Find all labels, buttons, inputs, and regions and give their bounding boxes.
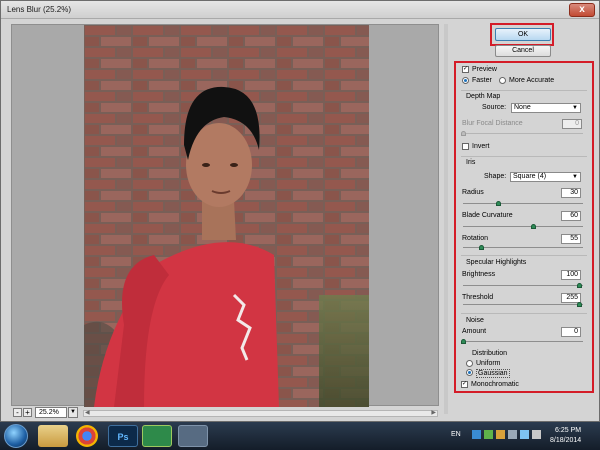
close-button[interactable]: x — [569, 3, 595, 17]
source-value: None — [514, 104, 531, 111]
radius-label: Radius — [462, 189, 484, 196]
blade-curvature-slider[interactable] — [463, 224, 583, 229]
tray-update-icon[interactable] — [496, 430, 505, 439]
preview-photo — [84, 25, 369, 407]
invert-label: Invert — [472, 143, 490, 150]
source-label: Source: — [482, 104, 507, 111]
gaussian-radio[interactable] — [466, 369, 473, 376]
clock-date[interactable]: 8/18/2014 — [550, 437, 581, 444]
iris-heading: Iris — [466, 159, 476, 166]
brightness-label: Brightness — [462, 271, 496, 278]
brightness-field[interactable]: 100 — [561, 270, 581, 280]
app-icon[interactable] — [142, 425, 172, 447]
rotation-field[interactable]: 55 — [561, 234, 581, 244]
vertical-scrollbar[interactable] — [444, 24, 448, 414]
gaussian-label: Gaussian — [476, 369, 510, 378]
shape-label: Shape: — [484, 173, 507, 180]
settings-panel: ✓ Preview Faster More Accurate Depth Map… — [454, 61, 594, 393]
zoom-level-field[interactable]: 25.2% — [35, 407, 67, 418]
divider — [461, 255, 587, 256]
more-accurate-label: More Accurate — [509, 77, 555, 84]
specular-highlights-heading: Specular Highlights — [466, 259, 527, 266]
threshold-slider[interactable] — [463, 302, 583, 307]
amount-slider[interactable] — [461, 339, 583, 344]
tray-app-icon[interactable] — [484, 430, 493, 439]
chrome-icon[interactable] — [76, 425, 98, 447]
language-indicator[interactable]: EN — [451, 431, 461, 438]
tray-volume-icon[interactable] — [508, 430, 517, 439]
preview-checkbox[interactable]: ✓ — [462, 66, 469, 73]
brightness-slider-thumb[interactable] — [577, 283, 582, 288]
tray-signal-icon[interactable] — [520, 430, 529, 439]
distribution-heading: Distribution — [472, 350, 508, 357]
divider — [461, 313, 587, 314]
title-bar[interactable]: Lens Blur (25.2%) x — [1, 1, 599, 19]
threshold-label: Threshold — [462, 294, 494, 301]
amount-slider-thumb[interactable] — [461, 339, 466, 344]
clock-time[interactable]: 6:25 PM — [555, 427, 581, 434]
more-accurate-radio[interactable] — [499, 77, 506, 84]
faster-radio[interactable] — [462, 77, 469, 84]
radius-slider[interactable] — [463, 201, 583, 206]
tray-speaker-icon[interactable] — [532, 430, 541, 439]
amount-field[interactable]: 0 — [561, 327, 581, 337]
faster-label: Faster — [472, 77, 492, 84]
preview-canvas[interactable] — [11, 24, 439, 407]
uniform-label: Uniform — [476, 360, 501, 367]
ok-button[interactable]: OK — [495, 28, 551, 41]
threshold-slider-thumb[interactable] — [577, 302, 582, 307]
divider — [461, 90, 587, 91]
shape-select[interactable]: Square (4) ▼ — [510, 172, 581, 182]
cancel-button[interactable]: Cancel — [495, 45, 551, 57]
chevron-down-icon: ▼ — [572, 105, 578, 111]
brightness-slider[interactable] — [463, 283, 583, 288]
portrait-image — [84, 25, 369, 407]
folder-icon[interactable] — [38, 425, 68, 447]
blade-curvature-slider-thumb[interactable] — [530, 224, 536, 229]
photoshop-icon[interactable]: Ps — [108, 425, 138, 447]
divider — [461, 156, 587, 157]
scroll-left-icon[interactable]: ◀ — [85, 409, 90, 416]
windows-start-icon[interactable] — [4, 424, 28, 448]
zoom-out-button[interactable]: - — [13, 408, 22, 417]
blade-curvature-label: Blade Curvature — [462, 212, 513, 219]
amount-label: Amount — [462, 328, 487, 335]
noise-heading: Noise — [466, 317, 484, 324]
blade-curvature-field[interactable]: 60 — [561, 211, 581, 221]
radius-slider-thumb[interactable] — [495, 201, 501, 206]
zoom-in-button[interactable]: + — [23, 408, 32, 417]
taskbar: Ps EN 6:25 PM 8/18/2014 — [0, 422, 600, 450]
monochromatic-label: Monochromatic — [471, 381, 519, 388]
source-select[interactable]: None ▼ — [511, 103, 581, 113]
chevron-down-icon: ▼ — [572, 174, 578, 180]
rotation-slider-thumb[interactable] — [478, 245, 484, 250]
rotation-slider[interactable] — [463, 245, 583, 250]
depth-map-heading: Depth Map — [466, 93, 501, 100]
lens-blur-dialog: Lens Blur (25.2%) x - + 25.2% ▼ ◀ ▶ OK C… — [0, 0, 600, 422]
blur-focal-slider[interactable] — [461, 131, 583, 136]
preview-label: Preview — [472, 66, 497, 73]
horizontal-scrollbar[interactable]: ◀ ▶ — [83, 410, 438, 417]
tools-icon[interactable] — [178, 425, 208, 447]
blur-focal-distance-field[interactable]: 0 — [562, 119, 582, 129]
uniform-radio[interactable] — [466, 360, 473, 367]
monochromatic-checkbox[interactable]: ✓ — [461, 381, 468, 388]
invert-checkbox[interactable] — [462, 143, 469, 150]
zoom-dropdown-arrow[interactable]: ▼ — [68, 407, 78, 418]
shape-value: Square (4) — [513, 173, 547, 180]
scroll-right-icon[interactable]: ▶ — [431, 409, 436, 416]
tray-network-icon[interactable] — [472, 430, 481, 439]
zoom-bar: - + 25.2% ▼ ◀ ▶ — [11, 407, 439, 420]
blur-focal-distance-label: Blur Focal Distance — [462, 120, 523, 127]
window-title: Lens Blur (25.2%) — [7, 5, 72, 14]
radius-field[interactable]: 30 — [561, 188, 581, 198]
blur-focal-slider-thumb[interactable] — [461, 131, 466, 136]
rotation-label: Rotation — [462, 235, 489, 242]
